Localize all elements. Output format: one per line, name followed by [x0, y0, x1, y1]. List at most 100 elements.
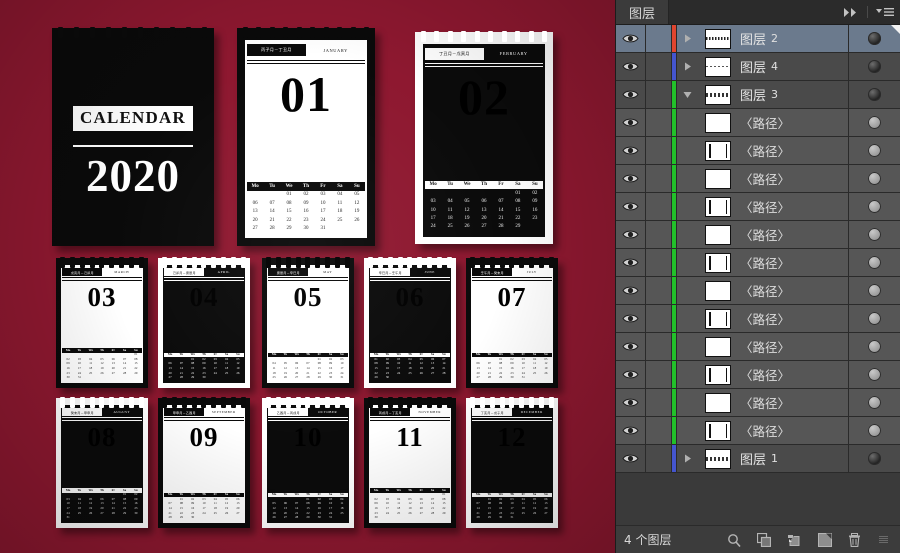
lock-toggle[interactable] [646, 249, 672, 276]
visibility-toggle[interactable] [616, 417, 646, 444]
layer-row-path[interactable]: 〈路径〉 [616, 389, 900, 417]
layer-row-path[interactable]: 〈路径〉 [616, 193, 900, 221]
visibility-toggle[interactable] [616, 333, 646, 360]
layer-name[interactable]: 〈路径〉 [738, 137, 848, 164]
panel-menu-icon[interactable] [870, 0, 900, 24]
layer-name[interactable]: 〈路径〉 [738, 221, 848, 248]
layer-name[interactable]: 〈路径〉 [738, 193, 848, 220]
layer-name[interactable]: 〈路径〉 [738, 333, 848, 360]
calendar-page-06[interactable]: 辛巳月－壬午月 JUNE 06 Mo Tu We Th Fr Sa Su 01 02 03 04 05 06 0… [364, 257, 456, 388]
calendar-page-05[interactable]: 庚辰月－辛巳月 MAY 05 Mo Tu We Th Fr Sa Su 01 02 03 04 05 06 07… [262, 257, 354, 388]
calendar-page-01[interactable]: 丙子月－丁丑月 JANUARY 01 Mo Tu We Th Fr Sa Su 01 02 03 04 05… [237, 27, 375, 246]
expand-arrow-icon[interactable] [676, 221, 698, 248]
lock-toggle[interactable] [646, 25, 672, 52]
expand-arrow-icon[interactable] [676, 417, 698, 444]
layer-row-2[interactable]: 图层 2 [616, 25, 900, 53]
lock-toggle[interactable] [646, 305, 672, 332]
visibility-toggle[interactable] [616, 277, 646, 304]
calendar-page-04[interactable]: 己卯月－庚辰月 APRIL 04 Mo Tu We Th Fr Sa Su 01 02 03 04 05 06… [158, 257, 250, 388]
layer-row-4[interactable]: 图层 4 [616, 53, 900, 81]
expand-arrow-icon[interactable] [676, 53, 698, 80]
visibility-toggle[interactable] [616, 361, 646, 388]
layer-name[interactable]: 〈路径〉 [738, 361, 848, 388]
target-indicator[interactable] [848, 137, 900, 164]
target-indicator[interactable] [848, 53, 900, 80]
layer-name[interactable]: 〈路径〉 [738, 277, 848, 304]
visibility-toggle[interactable] [616, 25, 646, 52]
layers-list[interactable]: 图层 2 图层 4 图层 3 〈路径〉 〈路径〉 〈路径〉 〈路径〉 〈路径〉 〈路径〉 〈路径〉 〈路径… [616, 25, 900, 499]
lock-toggle[interactable] [646, 333, 672, 360]
visibility-toggle[interactable] [616, 445, 646, 472]
layer-name[interactable]: 〈路径〉 [738, 249, 848, 276]
layer-name[interactable]: 图层 2 [738, 25, 848, 52]
visibility-toggle[interactable] [616, 53, 646, 80]
lock-toggle[interactable] [646, 109, 672, 136]
lock-toggle[interactable] [646, 361, 672, 388]
layer-name[interactable]: 〈路径〉 [738, 165, 848, 192]
layer-row-path[interactable]: 〈路径〉 [616, 305, 900, 333]
target-indicator[interactable] [848, 277, 900, 304]
lock-toggle[interactable] [646, 81, 672, 108]
tab-layers[interactable]: 图层 [616, 0, 670, 24]
visibility-toggle[interactable] [616, 165, 646, 192]
layer-name[interactable]: 图层 3 [738, 81, 848, 108]
lock-toggle[interactable] [646, 165, 672, 192]
expand-arrow-icon[interactable] [676, 277, 698, 304]
layer-row-path[interactable]: 〈路径〉 [616, 109, 900, 137]
illustrator-canvas[interactable]: CALENDAR 2020 丙子月－丁丑月 JANUARY 01 Mo Tu We Th Fr… [0, 0, 615, 553]
lock-toggle[interactable] [646, 137, 672, 164]
expand-arrow-icon[interactable] [676, 305, 698, 332]
layer-row-path[interactable]: 〈路径〉 [616, 165, 900, 193]
visibility-toggle[interactable] [616, 389, 646, 416]
calendar-page-08[interactable]: 癸未月－甲申月 AUGUST 08 Mo Tu We Th Fr Sa Su 01 02 03 04 05 0… [56, 397, 148, 528]
visibility-toggle[interactable] [616, 305, 646, 332]
layer-row-path[interactable]: 〈路径〉 [616, 137, 900, 165]
expand-arrow-icon[interactable] [676, 249, 698, 276]
visibility-toggle[interactable] [616, 249, 646, 276]
expand-arrow-icon[interactable] [676, 25, 698, 52]
target-indicator[interactable] [848, 193, 900, 220]
new-sublayer-icon[interactable] [757, 532, 771, 547]
target-indicator[interactable] [848, 81, 900, 108]
layers-empty-area[interactable] [616, 499, 900, 525]
calendar-page-11[interactable]: 丙戌月－丁亥月 NOVEMBER 11 Mo Tu We Th Fr Sa Su 01 02 03 04 0… [364, 397, 456, 528]
locate-object-icon[interactable] [727, 533, 741, 547]
layer-row-1[interactable]: 图层 1 [616, 445, 900, 473]
target-indicator[interactable] [848, 221, 900, 248]
layer-row-path[interactable]: 〈路径〉 [616, 417, 900, 445]
expand-arrow-icon[interactable] [676, 137, 698, 164]
target-indicator[interactable] [848, 417, 900, 444]
layer-row-path[interactable]: 〈路径〉 [616, 333, 900, 361]
layer-name[interactable]: 图层 1 [738, 445, 848, 472]
layer-name[interactable]: 〈路径〉 [738, 389, 848, 416]
target-indicator[interactable] [848, 305, 900, 332]
lock-toggle[interactable] [646, 193, 672, 220]
layer-row-path[interactable]: 〈路径〉 [616, 221, 900, 249]
expand-arrow-icon[interactable] [676, 445, 698, 472]
layer-row-path[interactable]: 〈路径〉 [616, 277, 900, 305]
expand-arrow-icon[interactable] [676, 165, 698, 192]
calendar-page-07[interactable]: 壬午月－癸未月 JULY 07 Mo Tu We Th Fr Sa Su 01 02 03 04 05 06 0… [466, 257, 558, 388]
expand-arrow-icon[interactable] [676, 389, 698, 416]
lock-toggle[interactable] [646, 277, 672, 304]
target-indicator[interactable] [848, 109, 900, 136]
layer-name[interactable]: 〈路径〉 [738, 109, 848, 136]
target-indicator[interactable] [848, 165, 900, 192]
expand-arrow-icon[interactable] [676, 193, 698, 220]
lock-toggle[interactable] [646, 445, 672, 472]
visibility-toggle[interactable] [616, 81, 646, 108]
calendar-page-03[interactable]: 戊寅月－己卯月 MARCH 03 Mo Tu We Th Fr Sa Su 01 02 03 04 05 06… [56, 257, 148, 388]
double-chevron-right-icon[interactable] [837, 0, 865, 24]
calendar-page-09[interactable]: 甲申月－乙酉月 SEPTEMBER 09 Mo Tu We Th Fr Sa Su 01 02 03 04… [158, 397, 250, 528]
layer-row-path[interactable]: 〈路径〉 [616, 361, 900, 389]
target-indicator[interactable] [848, 445, 900, 472]
visibility-toggle[interactable] [616, 137, 646, 164]
calendar-page-12[interactable]: 丁亥月－戊子月 DECEMBER 12 Mo Tu We Th Fr Sa Su 01 02 03 04 0… [466, 397, 558, 528]
visibility-toggle[interactable] [616, 193, 646, 220]
visibility-toggle[interactable] [616, 221, 646, 248]
new-layer-icon[interactable] [818, 532, 832, 547]
calendar-page-10[interactable]: 乙酉月－丙戌月 OCTOBER 10 Mo Tu We Th Fr Sa Su 01 02 03 04 05… [262, 397, 354, 528]
lock-toggle[interactable] [646, 221, 672, 248]
expand-arrow-icon[interactable] [676, 361, 698, 388]
expand-arrow-icon[interactable] [676, 333, 698, 360]
